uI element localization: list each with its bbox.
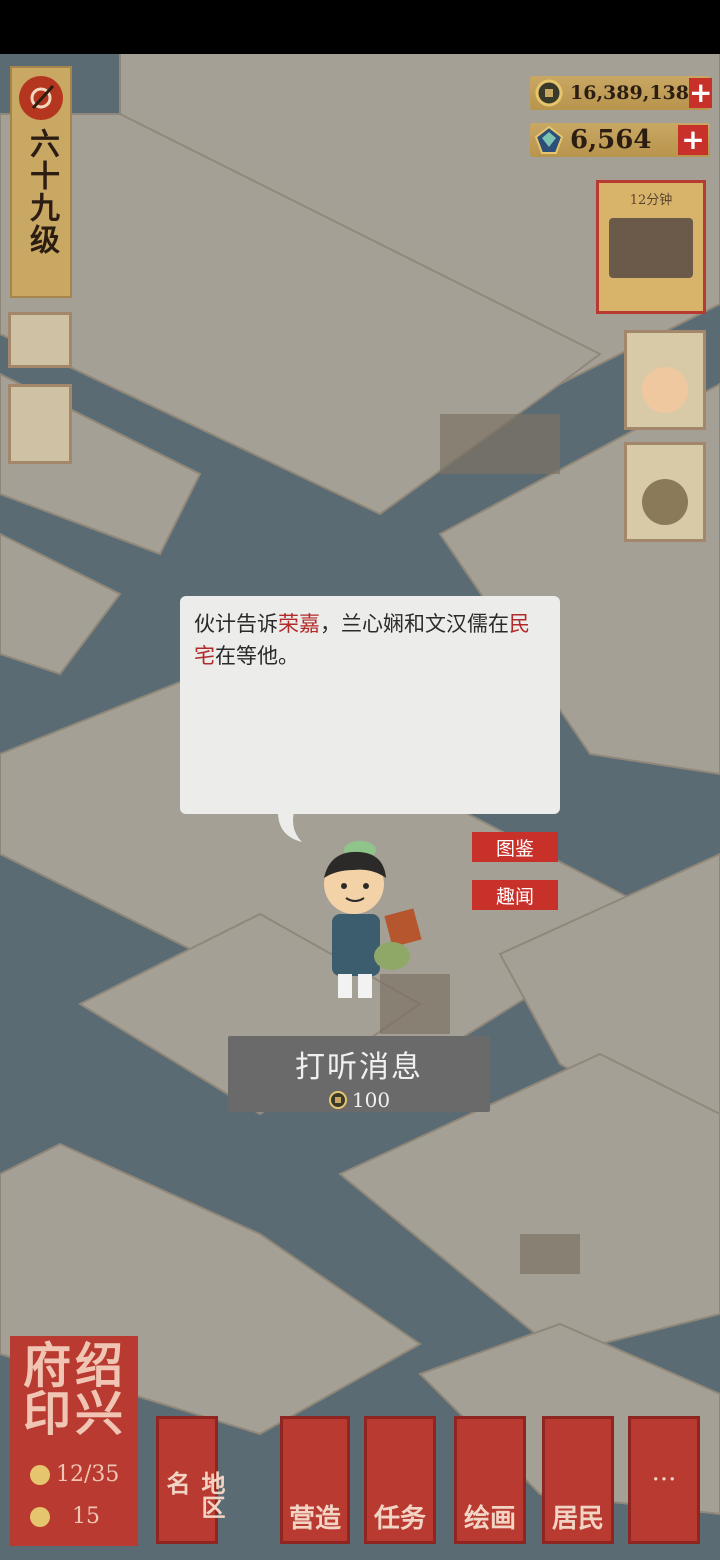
character-portrait-2[interactable] (624, 442, 706, 542)
coin-value: 16,389,138 (570, 82, 689, 104)
catalog-button[interactable]: 图鉴 (472, 832, 558, 862)
region-label: 地区名 (162, 1471, 226, 1519)
player-level-banner[interactable]: 六十九级 (10, 66, 72, 298)
more-button[interactable]: ··· (628, 1416, 700, 1544)
dialog-bubble: 伙计告诉荣嘉，兰心娴和文汉儒在民宅在等他。 (180, 596, 560, 814)
tasks-button[interactable]: 任务 (364, 1416, 436, 1544)
left-menu-button-2[interactable] (8, 384, 72, 464)
level-label: 六十九级 (24, 128, 59, 256)
coin-bag-icon (30, 1506, 50, 1527)
dialog-tail (278, 812, 302, 842)
inquire-cost: 100 (228, 1088, 490, 1112)
inquire-news-button[interactable]: 打听消息 100 (228, 1036, 490, 1112)
person-icon (30, 1464, 50, 1485)
tasks-label: 任务 (373, 1504, 426, 1534)
status-bar (0, 0, 720, 54)
building-thumbnail (609, 218, 693, 278)
portrait-face-icon (642, 367, 688, 413)
dialog-character-name: 荣嘉 (278, 612, 320, 636)
add-coins-button[interactable]: + (689, 78, 713, 108)
left-menu-button-1[interactable] (8, 312, 72, 368)
dialog-text-1: 伙计告诉 (194, 612, 278, 636)
dialog-text-3: 在等他。 (215, 644, 299, 668)
seal-title: 绍兴府印 (14, 1340, 122, 1436)
shop-assistant-character[interactable] (312, 838, 432, 1006)
paint-label: 绘画 (463, 1504, 516, 1534)
building-timer-card[interactable]: 12分钟 (596, 180, 706, 314)
coin-icon (328, 1091, 347, 1109)
region-name-button[interactable]: 地区名 (156, 1416, 226, 1544)
inquire-cost-value: 100 (351, 1088, 391, 1112)
prefecture-seal[interactable]: 绍兴府印 12/35 15 (10, 1336, 138, 1546)
gem-counter: 6,564 + (530, 123, 710, 157)
dialog-text-2: ，兰心娴和文汉儒在 (320, 612, 509, 636)
residents-button[interactable]: 居民 (542, 1416, 614, 1544)
residents-label: 居民 (551, 1504, 604, 1534)
gem-value: 6,564 (570, 125, 652, 155)
build-button[interactable]: 营造 (280, 1416, 350, 1544)
anecdote-button[interactable]: 趣闻 (472, 880, 558, 910)
timer-label: 12分钟 (629, 193, 673, 208)
more-label: ··· (651, 1465, 677, 1495)
coin-counter: 16,389,138 + (530, 76, 713, 110)
paint-button[interactable]: 绘画 (454, 1416, 526, 1544)
seal-count: 15 (72, 1504, 100, 1529)
seal-count-row: 15 (30, 1504, 100, 1529)
brush-emblem-icon (19, 76, 63, 120)
jade-gem-icon (534, 125, 564, 155)
build-label: 营造 (288, 1504, 341, 1534)
seal-progress-row: 12/35 (30, 1462, 119, 1487)
inquire-label: 打听消息 (295, 1050, 423, 1085)
coin-icon (534, 78, 564, 108)
character-portrait-1[interactable] (624, 330, 706, 430)
portrait-figure-icon (642, 479, 688, 525)
seal-progress: 12/35 (56, 1462, 120, 1487)
add-gems-button[interactable]: + (678, 125, 708, 155)
